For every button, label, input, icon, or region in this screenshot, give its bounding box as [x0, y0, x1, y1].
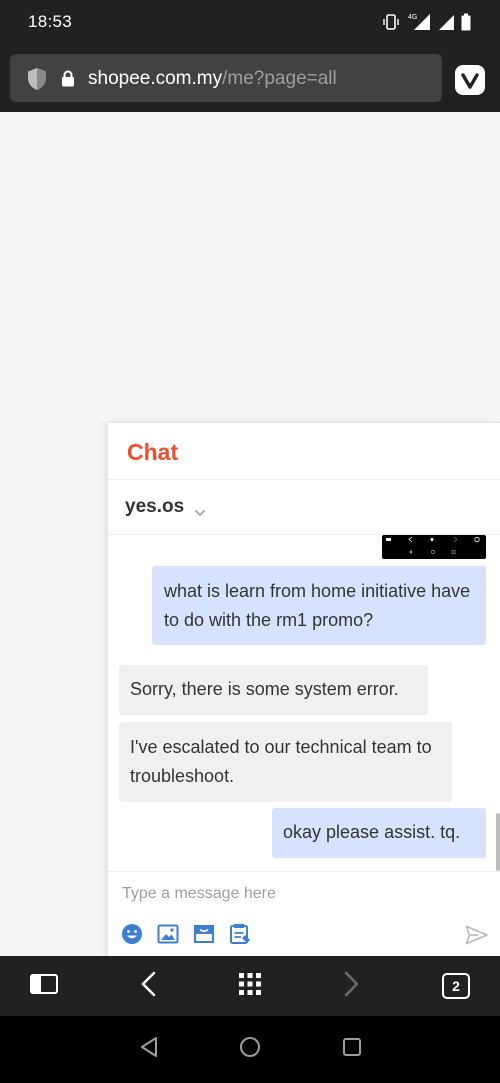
signal-4g-icon: 4G	[406, 12, 430, 32]
back-button[interactable]	[120, 956, 176, 1016]
nav-back-button[interactable]	[124, 1016, 174, 1083]
message-bubble-outgoing: what is learn from home initiative have …	[152, 566, 486, 645]
browser-toolbar: 2	[0, 956, 500, 1016]
status-bar: 18:53 4G	[0, 0, 500, 44]
chevron-right-icon	[344, 971, 360, 1002]
divider	[108, 871, 500, 872]
chevron-left-icon	[140, 971, 156, 1002]
message-bubble-outgoing: okay please assist. tq.	[272, 808, 486, 858]
forward-button[interactable]	[324, 956, 380, 1016]
panel-icon	[30, 973, 58, 999]
vivaldi-menu-icon[interactable]	[455, 65, 485, 95]
status-time: 18:53	[28, 12, 73, 31]
chat-tools	[121, 923, 251, 945]
order-icon[interactable]	[229, 923, 251, 945]
battery-icon	[460, 13, 472, 31]
url-domain: shopee.com.my	[88, 68, 223, 89]
grid-icon	[238, 972, 262, 1001]
url-text: shopee.com.my/me?page=all	[88, 68, 337, 90]
scrollbar[interactable]	[496, 813, 500, 871]
triangle-back-icon	[139, 1036, 159, 1063]
image-icon[interactable]	[157, 923, 179, 945]
emoji-icon[interactable]	[121, 923, 143, 945]
panel-toggle-button[interactable]	[16, 956, 72, 1016]
nav-recents-button[interactable]	[327, 1016, 377, 1083]
send-icon[interactable]	[465, 925, 489, 950]
system-nav-bar	[0, 1016, 500, 1083]
status-icons: 4G	[382, 12, 472, 32]
square-recents-icon	[342, 1037, 362, 1062]
circle-home-icon	[239, 1036, 261, 1063]
speed-dial-button[interactable]	[222, 956, 278, 1016]
message-list[interactable]: what is learn from home initiative have …	[108, 535, 500, 871]
product-icon[interactable]	[193, 923, 215, 945]
screenshot-attachment[interactable]	[382, 535, 486, 559]
chat-title[interactable]: Chat	[127, 439, 178, 466]
divider	[108, 479, 500, 480]
chat-panel: Chat yes.os what is learn from home init…	[107, 422, 500, 957]
message-bubble-incoming: Sorry, there is some system error.	[119, 665, 428, 715]
url-field[interactable]: shopee.com.my/me?page=all	[10, 54, 442, 102]
message-bubble-incoming: I've escalated to our technical team to …	[119, 722, 452, 802]
address-bar: shopee.com.my/me?page=all	[0, 44, 500, 112]
tab-count: 2	[442, 973, 470, 999]
lock-icon	[61, 70, 75, 92]
url-path: /me?page=all	[222, 68, 337, 89]
tracker-shield-icon[interactable]	[27, 67, 47, 96]
contact-name[interactable]: yes.os	[125, 496, 184, 518]
vibrate-icon	[382, 13, 400, 31]
network-label: 4G	[408, 14, 417, 21]
signal-icon	[436, 13, 454, 31]
tab-switcher-button[interactable]: 2	[428, 956, 484, 1016]
message-input[interactable]	[122, 885, 452, 903]
chevron-down-icon[interactable]	[194, 504, 206, 522]
nav-home-button[interactable]	[225, 1016, 275, 1083]
